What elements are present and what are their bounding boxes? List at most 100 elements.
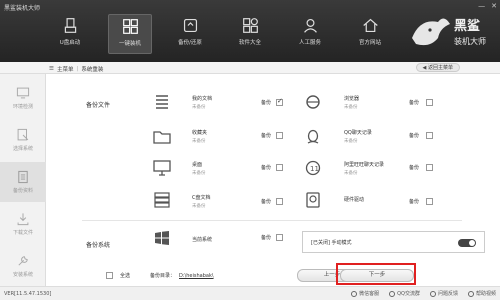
- feedback-icon: [429, 290, 436, 297]
- sidebar-item-env-check[interactable]: 环境检测: [0, 78, 46, 118]
- aliwangwang-icon: 11: [305, 160, 321, 176]
- sidebar-item-label: 备份资料: [12, 188, 33, 194]
- wrench-icon: [18, 256, 28, 266]
- item-docs-name: 我的文档: [192, 96, 213, 102]
- qq-group-icon: [389, 290, 396, 297]
- item-qq-name: QQ聊天记录: [344, 130, 372, 136]
- nav-label: 软件大全: [238, 40, 261, 46]
- wechat-support-label: 微信客服: [359, 291, 380, 297]
- top-bar: 黑鲨装机大师 — ✕ U盘启动 一键装机 备份/还原 软件大全 人工服务 官方网…: [0, 0, 500, 62]
- select-system-icon: [17, 128, 29, 141]
- item-desktop-name: 桌面: [192, 162, 203, 168]
- sidebar-item-download[interactable]: 下载文件: [0, 204, 46, 244]
- qq-icon: [307, 129, 319, 144]
- breadcrumb: ☰ 主菜单 | 系统重装 ◀ 返回主菜单: [0, 62, 500, 74]
- wechat-support-link[interactable]: 微信客服: [351, 290, 379, 297]
- sidebar-item-label: 下载文件: [12, 230, 33, 236]
- qq-group-link[interactable]: QQ交流群: [389, 290, 420, 297]
- help-video-link[interactable]: 帮助视频: [467, 290, 496, 297]
- feedback-link[interactable]: 问题反馈: [429, 290, 458, 297]
- item-current-system-backup-label: 备份: [261, 235, 272, 241]
- back-to-main-button[interactable]: ◀ 返回主菜单: [415, 63, 460, 72]
- driver-backup-checkbox[interactable]: [426, 198, 433, 205]
- status-links: 微信客服 QQ交流群 问题反馈 帮助视频: [351, 290, 496, 297]
- sidebar-item-label: 选择系统: [12, 146, 33, 152]
- browser-backup-checkbox[interactable]: [426, 99, 433, 106]
- backup-dir-link[interactable]: D:\heishabak\: [179, 273, 214, 279]
- close-button[interactable]: ✕: [491, 2, 497, 10]
- document-icon: [156, 95, 168, 109]
- menu-icon: ☰: [49, 66, 54, 72]
- c-drive-docs-icon: [154, 192, 170, 208]
- sidebar-item-select-system[interactable]: 选择系统: [0, 120, 46, 160]
- nav-backup-restore[interactable]: 备份/还原: [168, 14, 212, 54]
- manual-mode-box: [已关闭] 手动模式: [302, 231, 485, 253]
- item-aliwangwang-status: 未备份: [344, 171, 358, 176]
- breadcrumb-home[interactable]: 主菜单: [57, 65, 74, 73]
- manual-mode-label: [已关闭] 手动模式: [311, 240, 352, 246]
- item-driver-backup-label: 备份: [409, 199, 420, 205]
- item-docs-backup-label: 备份: [261, 100, 272, 106]
- section-divider: [82, 220, 462, 221]
- item-favorites-status: 未备份: [192, 139, 206, 144]
- item-browser-status: 未备份: [344, 105, 358, 110]
- status-bar: VER[11.5.47.1530] 微信客服 QQ交流群 问题反馈 帮助视频: [0, 286, 500, 300]
- section-label-system: 备份系统: [86, 242, 111, 249]
- item-aliwangwang-backup-label: 备份: [409, 165, 420, 171]
- version-label: VER[11.5.47.1530]: [4, 291, 52, 297]
- nav-one-click-install[interactable]: 一键装机: [108, 14, 152, 54]
- current-system-backup-checkbox[interactable]: [276, 234, 283, 241]
- wechat-icon: [351, 290, 358, 297]
- desktop-icon: [153, 160, 171, 176]
- item-favorites-backup-label: 备份: [261, 133, 272, 139]
- qq-group-label: QQ交流群: [397, 291, 420, 297]
- breadcrumb-separator: |: [76, 66, 79, 72]
- sidebar-item-label: 环境检测: [12, 104, 33, 110]
- svg-text:11: 11: [310, 165, 319, 173]
- item-favorites-name: 收藏夹: [192, 130, 208, 136]
- cdocs-backup-checkbox[interactable]: [276, 198, 283, 205]
- item-desktop-status: 未备份: [192, 171, 206, 176]
- item-browser-name: 浏览器: [344, 96, 360, 102]
- item-cdocs-backup-label: 备份: [261, 199, 272, 205]
- help-video-label: 帮助视频: [475, 291, 496, 297]
- grid-icon: [122, 19, 138, 34]
- select-all-checkbox[interactable]: [106, 272, 113, 279]
- nav-software[interactable]: 软件大全: [228, 14, 272, 54]
- back-to-main-label: 返回主菜单: [427, 65, 453, 71]
- manual-mode-toggle[interactable]: [458, 239, 476, 247]
- apps-icon: [242, 18, 258, 33]
- monitor-icon: [16, 87, 30, 99]
- backup-dir-label: 备份目录：: [150, 273, 176, 279]
- windows-icon: [155, 231, 169, 245]
- step-sidebar: 环境检测 选择系统 备份资料 下载文件 安装系统: [0, 74, 46, 286]
- main-nav: U盘启动 一键装机 备份/还原 软件大全 人工服务 官方网站: [48, 14, 408, 54]
- qq-backup-checkbox[interactable]: [426, 132, 433, 139]
- docs-backup-checkbox[interactable]: [276, 97, 283, 106]
- nav-label: U盘启动: [59, 40, 81, 46]
- sidebar-item-backup-data[interactable]: 备份资料: [0, 162, 46, 202]
- nav-label: 官方网站: [358, 40, 381, 46]
- feedback-label: 问题反馈: [437, 291, 458, 297]
- item-cdocs-status: 未备份: [192, 204, 206, 209]
- aliwangwang-backup-checkbox[interactable]: [426, 164, 433, 171]
- favorites-backup-checkbox[interactable]: [276, 132, 283, 139]
- sidebar-item-install[interactable]: 安装系统: [0, 246, 46, 286]
- nav-usb-boot[interactable]: U盘启动: [48, 14, 92, 54]
- backup-panel: 备份文件 我的文档 未备份 备份 收藏夹 未备份 备份 桌面 未备份 备份 C盘…: [46, 74, 500, 286]
- back-icon: ◀: [422, 65, 427, 71]
- app-title: 黑鲨装机大师: [4, 5, 41, 12]
- nav-label: 一键装机: [118, 41, 141, 47]
- backup-data-icon: [18, 170, 28, 184]
- folder-icon: [153, 131, 171, 144]
- desktop-backup-checkbox[interactable]: [276, 164, 283, 171]
- hardware-driver-icon: [306, 192, 320, 208]
- item-current-system-name: 当前系统: [192, 237, 213, 243]
- breadcrumb-current: 系统重装: [81, 67, 104, 73]
- item-cdocs-name: C盘文档: [192, 195, 211, 201]
- item-qq-backup-label: 备份: [409, 133, 420, 139]
- bottom-action-bar: 全选 备份目录： D:\heishabak\ 上一步 下一步: [46, 265, 500, 286]
- logo-text-main: 黑鲨: [454, 18, 480, 34]
- nav-support[interactable]: 人工服务: [288, 14, 332, 54]
- nav-official-site[interactable]: 官方网站: [348, 14, 392, 54]
